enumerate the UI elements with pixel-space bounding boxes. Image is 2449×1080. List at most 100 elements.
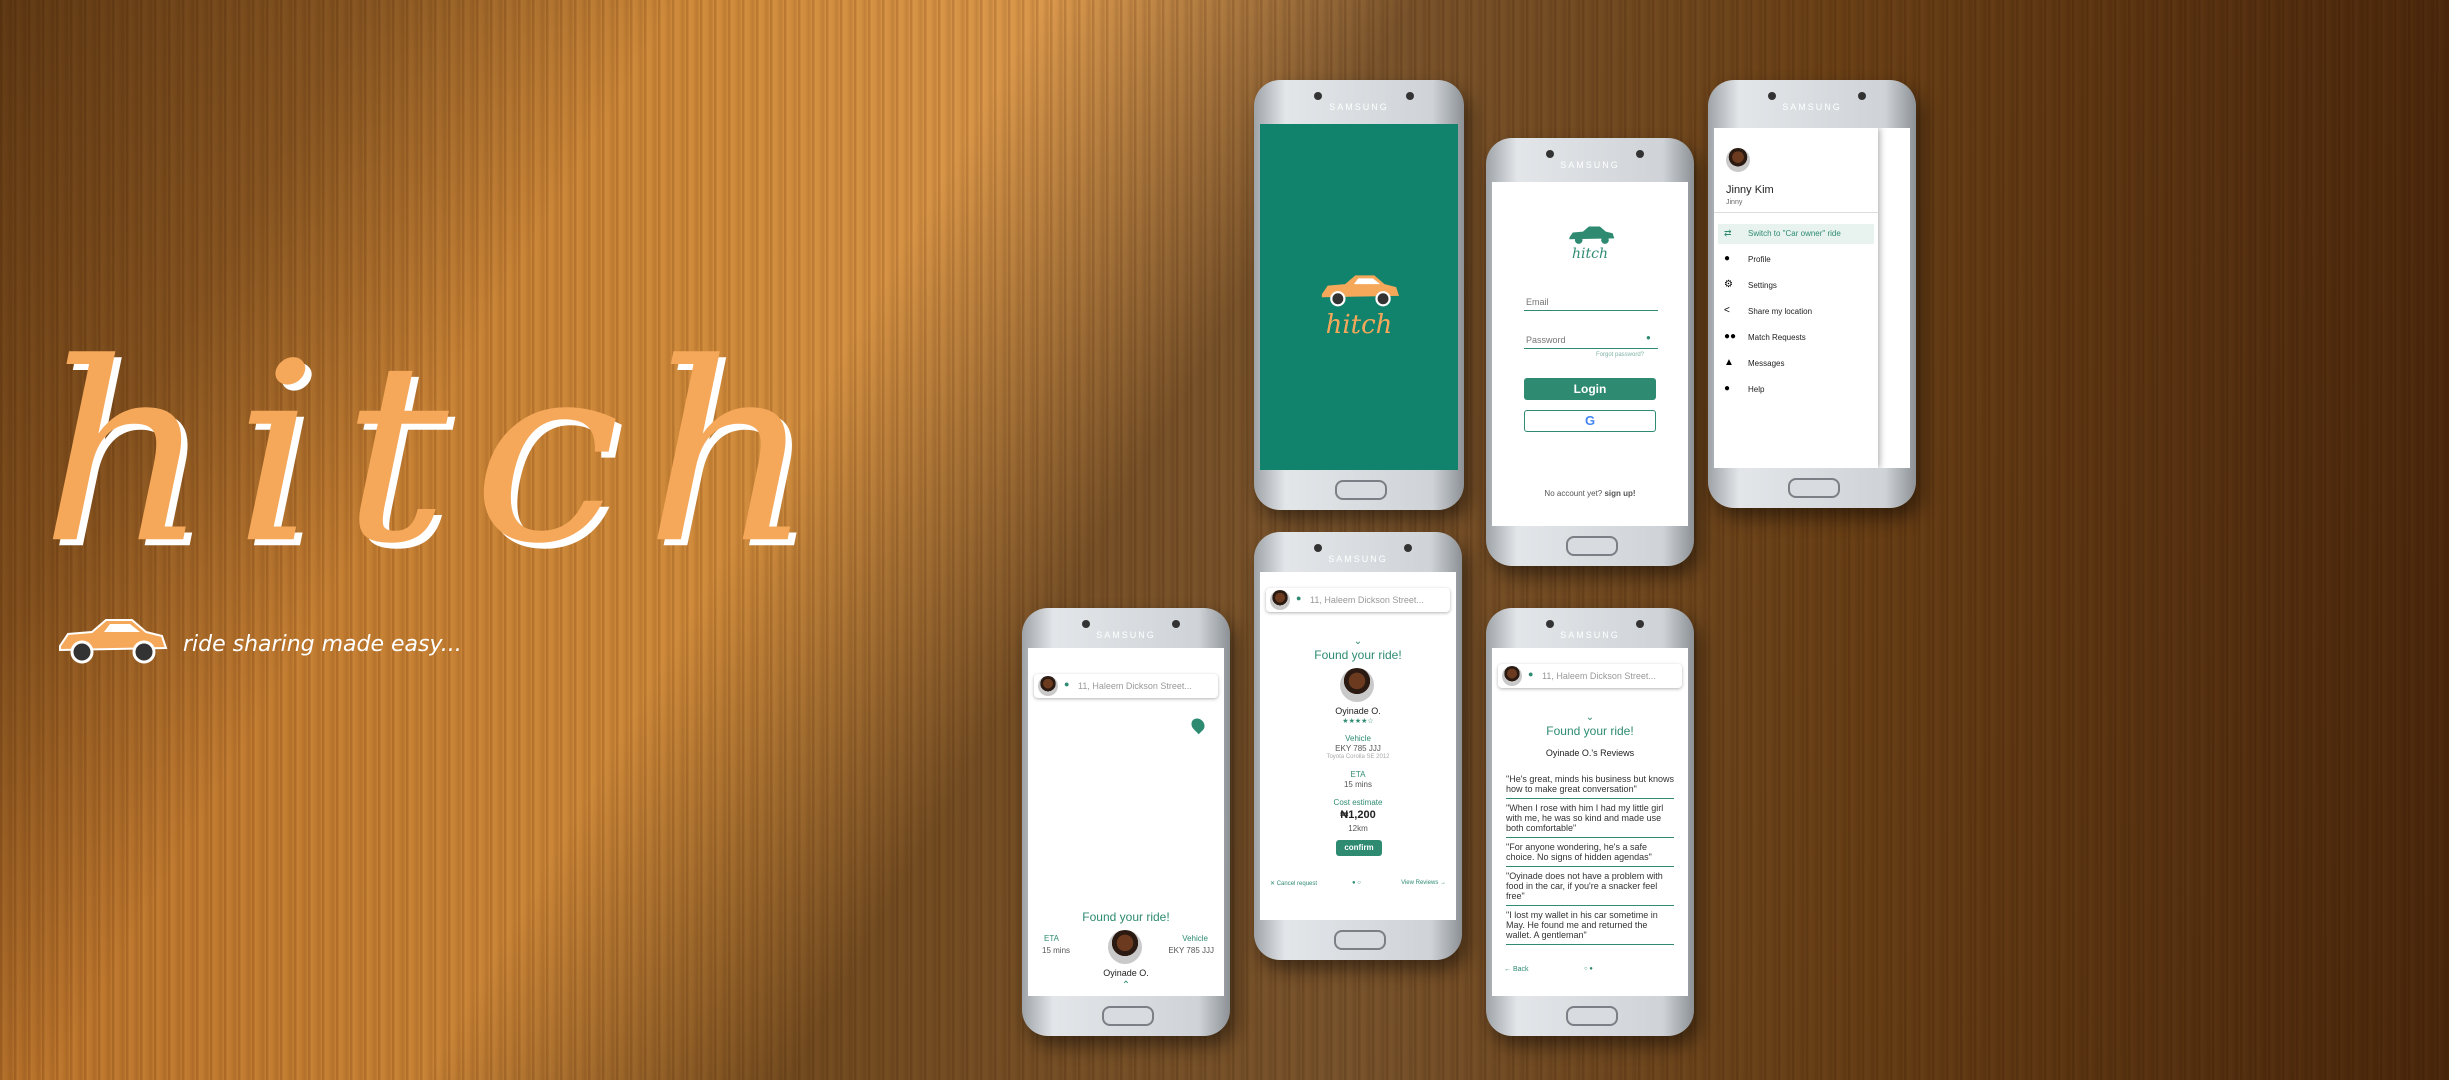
brand-label: SAMSUNG [1782, 102, 1842, 112]
vehicle-model: Toyota Corolla SE 2012 [1326, 754, 1390, 760]
driver-avatar[interactable] [1108, 930, 1142, 964]
camera [1636, 150, 1644, 158]
home-button[interactable] [1566, 536, 1618, 556]
tagline: ride sharing made easy... [183, 632, 462, 657]
menu-item-help[interactable]: ● Help [1718, 380, 1874, 400]
swap-icon: ⇄ [1724, 228, 1732, 238]
avatar[interactable] [1038, 676, 1058, 696]
home-button[interactable] [1335, 480, 1387, 500]
back-label: Back [1512, 966, 1529, 973]
phone-splash: SAMSUNG hitch [1254, 80, 1464, 510]
cancel-request-link[interactable]: ✕ Cancel request [1270, 880, 1317, 887]
menu-item-share-location[interactable]: < Share my location [1718, 302, 1874, 322]
driver-rating: ★★★★☆ [1342, 718, 1374, 725]
email-field[interactable] [1524, 294, 1658, 311]
reviews-heading: Oyinade O.'s Reviews [1545, 748, 1635, 758]
phone-menu: SAMSUNG Jinny Kim Jinny ⇄ Switch to "Car… [1708, 80, 1916, 508]
menu-item-switch[interactable]: ⇄ Switch to "Car owner" ride [1718, 224, 1874, 244]
camera [1768, 92, 1776, 100]
chevron-down-icon[interactable]: ⌄ [1492, 712, 1688, 723]
home-button[interactable] [1334, 930, 1386, 950]
home-button[interactable] [1566, 1006, 1618, 1026]
avatar[interactable] [1502, 666, 1522, 686]
menu-screen: Jinny Kim Jinny ⇄ Switch to "Car owner" … [1714, 128, 1910, 468]
menu-item-label: Share my location [1748, 307, 1813, 316]
camera [1314, 544, 1322, 552]
destination-marker [1188, 715, 1208, 735]
cost-value: ₦1,200 [1340, 809, 1376, 821]
phone-reviews: SAMSUNG ● 11, Haleem Dickson Street... ⌄… [1486, 608, 1694, 1036]
search-input[interactable]: 11, Haleem Dickson Street... [1310, 595, 1424, 605]
menu-item-profile[interactable]: ● Profile [1718, 250, 1874, 270]
search-bar[interactable]: ● 11, Haleem Dickson Street... [1498, 664, 1682, 688]
forgot-password-link[interactable]: Forgot password? [1596, 352, 1644, 358]
signup-prompt: No account yet? sign up! [1492, 489, 1688, 498]
distance-value: 12km [1348, 824, 1368, 833]
found-ride-title: Found your ride! [1082, 910, 1170, 924]
person-icon: ● [1724, 253, 1731, 264]
eye-icon[interactable]: ● [1646, 333, 1651, 342]
password-field[interactable] [1524, 332, 1658, 349]
chevron-up-icon[interactable]: ⌃ [1028, 980, 1224, 991]
avatar[interactable] [1726, 148, 1750, 172]
bell-icon: ▲ [1724, 357, 1734, 368]
signup-link[interactable]: sign up! [1604, 489, 1635, 498]
arrow-left-icon: ← [1504, 966, 1513, 973]
brand-label: SAMSUNG [1328, 554, 1388, 564]
search-bar[interactable]: ● 11, Haleem Dickson Street... [1266, 588, 1450, 612]
arrow-right-icon: → [1438, 880, 1446, 886]
no-account-text: No account yet? [1544, 489, 1603, 498]
gear-icon: ⚙ [1724, 279, 1733, 290]
login-button[interactable]: Login [1524, 378, 1656, 400]
close-icon: ✕ [1270, 881, 1277, 887]
eta-label: ETA [1044, 934, 1059, 943]
reviews-list: "He's great, minds his business but know… [1506, 770, 1674, 945]
menu-item-label: Messages [1748, 359, 1785, 368]
back-link[interactable]: ← Back [1504, 966, 1529, 973]
view-reviews-link[interactable]: View Reviews → [1401, 880, 1446, 886]
home-button[interactable] [1102, 1006, 1154, 1026]
page-dots: ● ○ [1352, 880, 1361, 886]
vehicle-value: EKY 785 JJJ [1335, 744, 1381, 753]
map-screen[interactable]: ● 11, Haleem Dickson Street... Found you… [1028, 648, 1224, 996]
driver-avatar[interactable] [1340, 668, 1374, 702]
eta-value: 15 mins [1343, 780, 1372, 789]
menu-item-label: Profile [1748, 255, 1771, 264]
search-bar[interactable]: ● 11, Haleem Dickson Street... [1034, 674, 1218, 698]
found-ride-title: Found your ride! [1314, 648, 1402, 662]
driver-name: Oyinade O. [1103, 968, 1149, 978]
menu-item-messages[interactable]: ▲ Messages [1718, 354, 1874, 374]
location-pin-icon: ● [1064, 679, 1070, 689]
review-item: "For anyone wondering, he's a safe choic… [1506, 838, 1674, 867]
cost-label: Cost estimate [1333, 798, 1383, 807]
search-input[interactable]: 11, Haleem Dickson Street... [1078, 681, 1192, 691]
camera [1172, 620, 1180, 628]
menu-item-label: Match Requests [1748, 333, 1806, 342]
google-signin-button[interactable]: G [1524, 410, 1656, 432]
location-pin-icon: ● [1296, 593, 1302, 603]
car-icon [1316, 272, 1402, 313]
confirm-button[interactable]: confirm [1336, 840, 1382, 856]
phone-map-view: SAMSUNG ● 11, Haleem Dickson Street... F… [1022, 608, 1230, 1036]
ride-card: Found your ride! ETA 15 mins Oyinade O. … [1028, 904, 1224, 996]
camera [1858, 92, 1866, 100]
splash-screen: hitch [1260, 124, 1458, 470]
vehicle-label: Vehicle [1182, 934, 1208, 943]
menu-item-settings[interactable]: ⚙ Settings [1718, 276, 1874, 296]
brand-label: SAMSUNG [1560, 160, 1620, 170]
chevron-down-icon[interactable]: ⌄ [1260, 636, 1456, 647]
vehicle-value: EKY 785 JJJ [1168, 946, 1214, 955]
eta-value: 15 mins [1042, 946, 1071, 955]
menu-item-label: Switch to "Car owner" ride [1748, 229, 1841, 238]
menu-item-match-requests[interactable]: ●● Match Requests [1718, 328, 1874, 348]
menu-divider [1714, 212, 1878, 213]
search-input[interactable]: 11, Haleem Dickson Street... [1542, 671, 1656, 681]
camera [1636, 620, 1644, 628]
location-pin-icon: ● [1528, 669, 1534, 679]
camera [1314, 92, 1322, 100]
camera [1082, 620, 1090, 628]
people-icon: ●● [1724, 331, 1737, 342]
avatar[interactable] [1270, 590, 1290, 610]
reviews-screen: ● 11, Haleem Dickson Street... ⌄ Found y… [1492, 648, 1688, 996]
home-button[interactable] [1788, 478, 1840, 498]
